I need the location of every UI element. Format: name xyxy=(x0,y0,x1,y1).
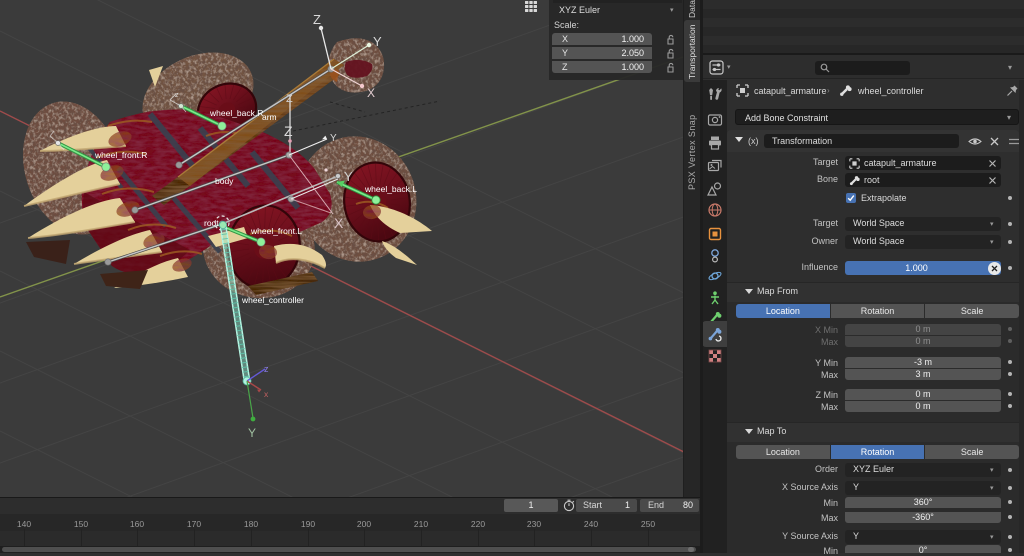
svg-text:z: z xyxy=(175,92,179,99)
svg-text:wheel_back.R: wheel_back.R xyxy=(209,108,263,118)
svg-text:Z: Z xyxy=(313,12,321,27)
svg-text:Y: Y xyxy=(330,133,337,144)
svg-text:Z: Z xyxy=(284,123,293,139)
svg-text:body: body xyxy=(215,176,234,186)
svg-text:wheel_front.R: wheel_front.R xyxy=(94,150,147,160)
svg-text:Y: Y xyxy=(248,426,256,440)
svg-text:wheel_back.L: wheel_back.L xyxy=(364,184,417,194)
svg-text:X: X xyxy=(367,86,375,100)
svg-text:z: z xyxy=(264,364,269,374)
svg-text:root: root xyxy=(204,218,219,228)
svg-text:wheel_controller: wheel_controller xyxy=(241,295,304,305)
svg-text:arm: arm xyxy=(262,112,277,122)
svg-text:wheel_front.L: wheel_front.L xyxy=(250,226,302,236)
svg-text:Y: Y xyxy=(344,169,353,184)
svg-text:Z: Z xyxy=(286,93,293,105)
svg-text:X: X xyxy=(334,215,344,231)
svg-text:Y: Y xyxy=(373,34,382,49)
